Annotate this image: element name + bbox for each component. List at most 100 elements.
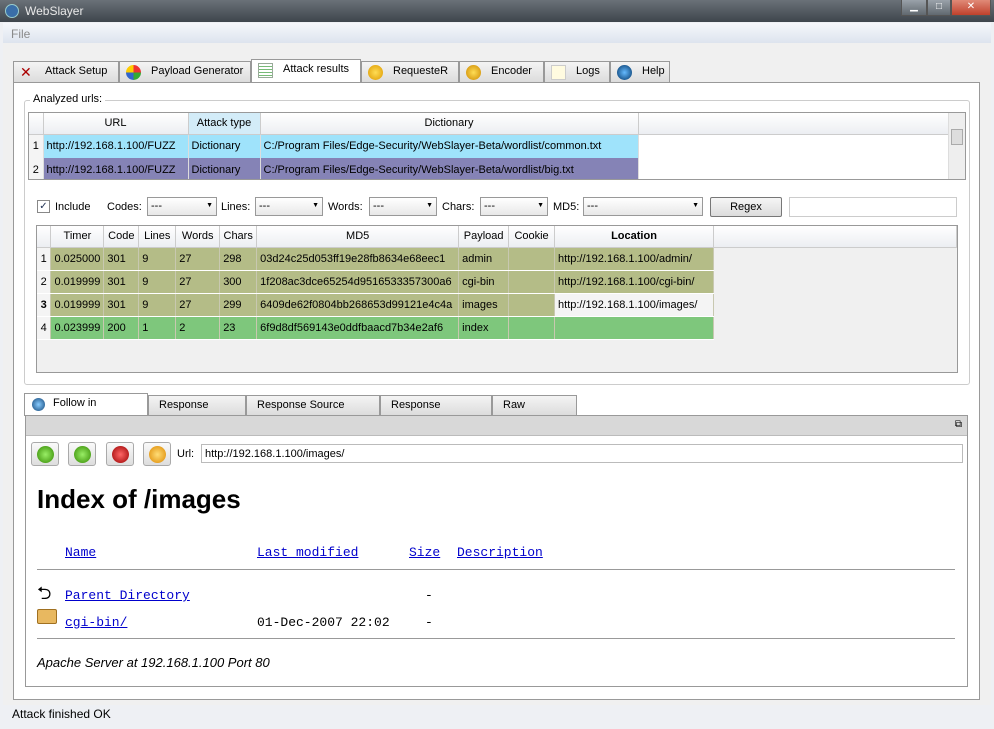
tab-follow-in-browser[interactable]: Follow in Browser — [24, 393, 148, 427]
info-icon — [617, 65, 632, 80]
chars-select[interactable]: --- — [480, 197, 548, 216]
col-code[interactable]: Code — [103, 226, 140, 248]
col-dictionary[interactable]: Dictionary — [260, 113, 639, 135]
menu-file[interactable]: File — [11, 27, 30, 41]
col-lines[interactable]: Lines — [138, 226, 177, 248]
menu-bar: File — [3, 23, 991, 43]
cell-words: 27 — [175, 270, 221, 294]
title-bar: WebSlayer ▁ □ ✕ — [0, 0, 994, 22]
cell-payload: cgi-bin — [458, 270, 510, 294]
cell-cookie — [508, 293, 556, 317]
vertical-scrollbar[interactable] — [948, 113, 965, 179]
col-cookie[interactable]: Cookie — [508, 226, 556, 248]
cell-code: 301 — [103, 293, 140, 317]
include-checkbox[interactable]: ✓ — [37, 200, 50, 213]
cell-cookie — [508, 316, 556, 340]
tab-response-html[interactable]: Response HTML — [148, 395, 246, 429]
back-button[interactable] — [31, 442, 59, 466]
tab-attack-setup[interactable]: ✕ Attack Setup — [13, 61, 119, 82]
restore-icon[interactable]: ⧉ — [955, 419, 962, 430]
stop-icon — [112, 446, 129, 463]
words-select[interactable]: --- — [369, 197, 437, 216]
tab-help[interactable]: Help — [610, 61, 670, 82]
app-icon — [5, 4, 19, 18]
sort-modified-link[interactable]: Last modified — [257, 545, 358, 560]
sort-description-link[interactable]: Description — [457, 545, 543, 560]
minimize-button[interactable]: ▁ — [901, 0, 927, 16]
result-row[interactable]: 4 0.023999 200 1 2 23 6f9d8df569143e0ddfbaacd7… — [37, 316, 957, 340]
cell-timer: 0.019999 — [50, 293, 105, 317]
table-row[interactable]: 1 http://192.168.1.100/FUZZ Dictionary C:/P… — [29, 134, 949, 158]
sort-name-link[interactable]: Name — [65, 545, 96, 560]
cell-location: http://192.168.1.100/cgi-bin/ — [554, 270, 714, 294]
sort-size-link[interactable]: Size — [409, 545, 440, 560]
cell-chars: 299 — [219, 293, 258, 317]
table-row[interactable]: 2 http://192.168.1.100/FUZZ Dictionary C:/P… — [29, 158, 949, 179]
tab-encoder[interactable]: Encoder — [459, 61, 544, 82]
col-chars[interactable]: Chars — [219, 226, 258, 248]
cell-words: 27 — [175, 293, 221, 317]
col-attack-type[interactable]: Attack type — [188, 113, 261, 135]
cell-location — [554, 316, 714, 340]
folder-icon — [37, 609, 57, 624]
close-button[interactable]: ✕ — [951, 0, 991, 16]
results-table: Timer Code Lines Words Chars MD5 Payload… — [36, 225, 958, 373]
lines-select[interactable]: --- — [255, 197, 323, 216]
cell-location: http://192.168.1.100/admin/ — [554, 247, 714, 271]
regex-input[interactable] — [789, 197, 957, 217]
cell-lines: 9 — [138, 293, 177, 317]
words-label: Words: — [328, 201, 363, 213]
requester-icon — [368, 65, 383, 80]
page-heading: Index of /images — [37, 484, 241, 514]
browser-view: ⧉ Url: Index of /images Name Last modifi… — [25, 415, 968, 687]
back-icon — [37, 446, 54, 463]
cgi-bin-link[interactable]: cgi-bin/ — [65, 615, 127, 630]
analyzed-urls-label: Analyzed urls: — [30, 93, 106, 105]
forward-button[interactable] — [68, 442, 96, 466]
result-row[interactable]: 3 0.019999 301 9 27 299 6409de62f0804bb268653d… — [37, 293, 957, 317]
attack-setup-icon: ✕ — [20, 64, 32, 80]
tab-response-headers[interactable]: Response Headers — [380, 395, 492, 429]
cell-chars: 23 — [219, 316, 258, 340]
row-number: 3 — [37, 293, 52, 317]
col-words[interactable]: Words — [175, 226, 221, 248]
col-md5[interactable]: MD5 — [256, 226, 460, 248]
url-input[interactable] — [201, 444, 963, 463]
cell-chars: 300 — [219, 270, 258, 294]
stop-button[interactable] — [106, 442, 134, 466]
globe-icon — [32, 398, 45, 411]
tab-attack-results[interactable]: Attack results — [251, 59, 361, 83]
reload-button[interactable] — [143, 442, 171, 466]
cell-timer: 0.019999 — [50, 270, 105, 294]
cell-payload: index — [458, 316, 510, 340]
codes-select[interactable]: --- — [147, 197, 217, 216]
cell-payload: admin — [458, 247, 510, 271]
browser-header: ⧉ — [26, 416, 967, 436]
tab-logs[interactable]: Logs — [544, 61, 610, 82]
cell-lines: 9 — [138, 247, 177, 271]
tab-payload-generator[interactable]: Payload Generator — [119, 61, 251, 82]
cell-lines: 9 — [138, 270, 177, 294]
md5-select[interactable]: --- — [583, 197, 703, 216]
back-arrow-icon: ⮌ — [37, 583, 52, 603]
parent-directory-link[interactable]: Parent Directory — [65, 588, 190, 603]
maximize-button[interactable]: □ — [927, 0, 951, 16]
result-row[interactable]: 1 0.025000 301 9 27 298 03d24c25d053ff19e28fb8… — [37, 247, 957, 271]
cell-cookie — [508, 270, 556, 294]
col-location[interactable]: Location — [554, 226, 714, 248]
tab-response-source-code[interactable]: Response Source Code — [246, 395, 380, 429]
encoder-icon — [466, 65, 481, 80]
tab-requester[interactable]: RequesteR — [361, 61, 459, 82]
col-url[interactable]: URL — [43, 113, 189, 135]
col-payload[interactable]: Payload — [458, 226, 510, 248]
tab-raw-request[interactable]: Raw Request — [492, 395, 577, 429]
row-number: 4 — [37, 316, 52, 340]
cell-code: 301 — [103, 270, 140, 294]
cell-payload: images — [458, 293, 510, 317]
regex-button[interactable]: Regex — [710, 197, 782, 217]
filter-bar: ✓ Include Codes: --- Lines: --- Words: -… — [36, 196, 961, 218]
result-row[interactable]: 2 0.019999 301 9 27 300 1f208ac3dce65254d95165… — [37, 270, 957, 294]
cell-timer: 0.025000 — [50, 247, 105, 271]
col-timer[interactable]: Timer — [50, 226, 105, 248]
cell-md5: 6409de62f0804bb268653d99121e4c4a — [256, 293, 460, 317]
